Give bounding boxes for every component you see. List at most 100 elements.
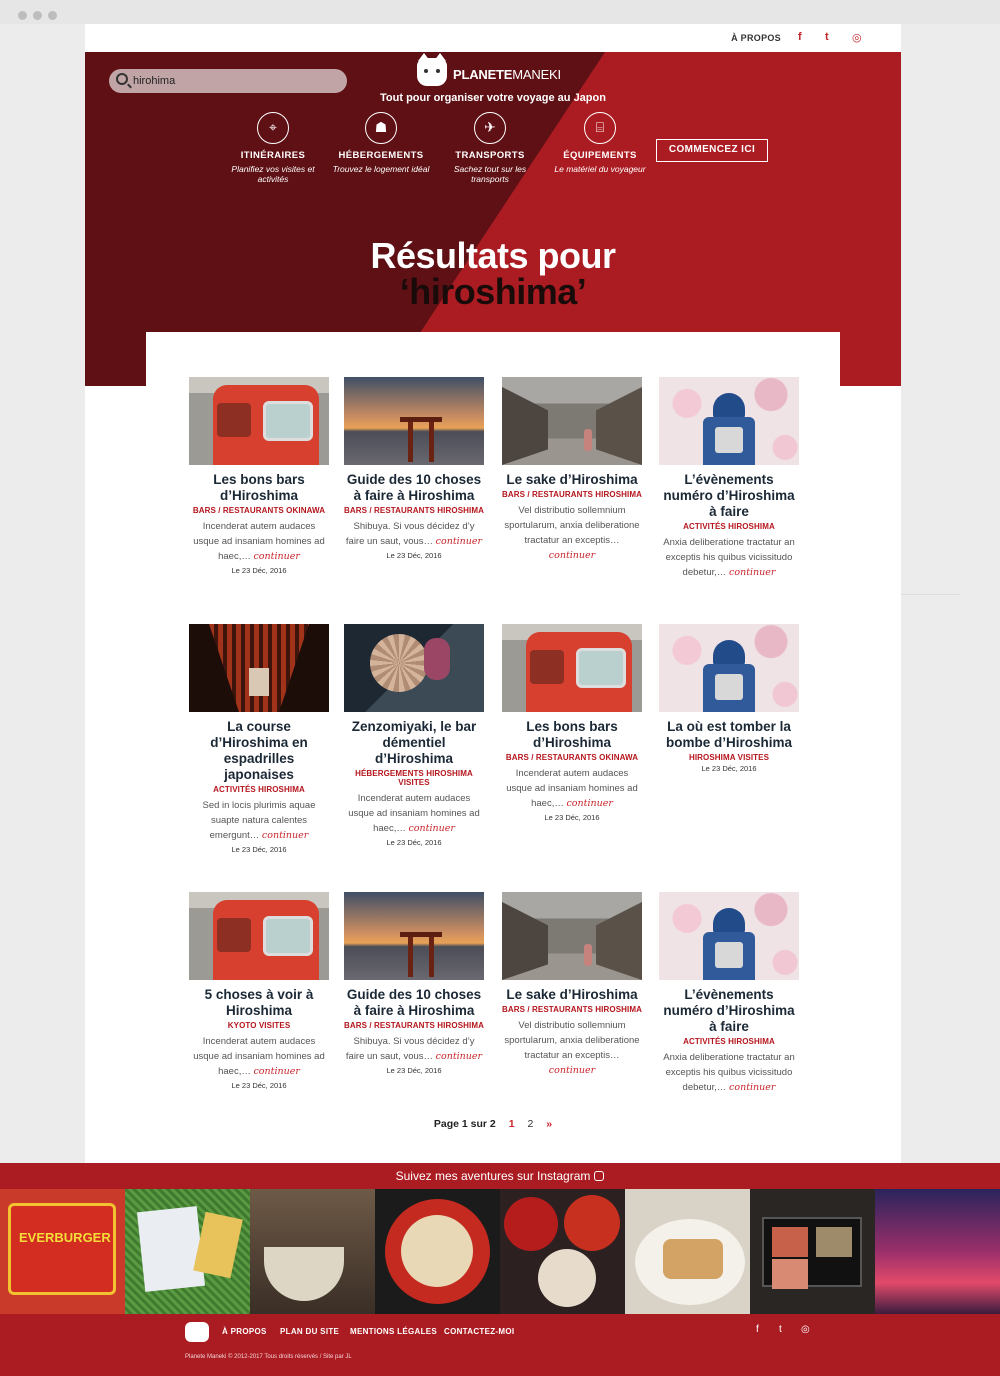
post-card[interactable]: La où est tomber la bombe d’Hiroshima HIR… — [659, 624, 799, 773]
post-thumbnail[interactable] — [502, 892, 642, 980]
footer-link-contact[interactable]: CONTACTEZ-MOI — [444, 1327, 514, 1336]
post-thumbnail[interactable] — [344, 624, 484, 712]
post-thumbnail[interactable] — [189, 892, 329, 980]
continue-link[interactable]: continuer — [549, 1065, 595, 1076]
search-bar[interactable] — [109, 69, 347, 93]
continue-link[interactable]: continuer — [253, 1066, 299, 1077]
start-here-button[interactable]: COMMENCEZ ICI — [656, 139, 768, 162]
instagram-icon[interactable]: ◎ — [852, 31, 862, 44]
footer-link-about[interactable]: À PROPOS — [222, 1327, 267, 1336]
window-maximize-dot[interactable] — [48, 11, 57, 20]
post-date: Le 23 Déc, 2016 — [386, 551, 442, 560]
copyright: Planete Maneki © 2012-2017 Tous droits r… — [185, 1354, 352, 1360]
post-category[interactable]: ACTIVITÉS HIROSHIMA — [189, 785, 329, 794]
page-1-link[interactable]: 1 — [509, 1118, 515, 1130]
post-thumbnail[interactable] — [502, 624, 642, 712]
footer-logo-icon[interactable] — [185, 1322, 209, 1342]
post-thumbnail[interactable] — [189, 624, 329, 712]
next-page-link[interactable]: » — [546, 1118, 552, 1130]
post-category[interactable]: BARS / RESTAURANTS HIROSHIMA — [344, 506, 484, 515]
post-card[interactable]: La course d’Hiroshima en espadrilles jap… — [189, 624, 329, 854]
window-close-dot[interactable] — [18, 11, 27, 20]
post-title[interactable]: Les bons bars d’Hiroshima — [502, 719, 642, 751]
facebook-icon[interactable]: f — [798, 31, 802, 43]
instagram-banner[interactable]: Suivez mes aventures sur Instagram — [0, 1163, 1000, 1189]
instagram-photo[interactable] — [625, 1189, 750, 1314]
post-category[interactable]: BARS / RESTAURANTS HIROSHIMA — [502, 1005, 642, 1014]
post-title[interactable]: Le sake d’Hiroshima — [502, 987, 642, 1003]
post-thumbnail[interactable] — [502, 377, 642, 465]
nav-itineraires[interactable]: ⌖ ITINÉRAIRES Planifiez vos visites et a… — [218, 112, 328, 184]
reception-bell-icon: ☗ — [365, 112, 397, 144]
post-card[interactable]: L’évènements numéro d’Hiroshima à faire A… — [659, 377, 799, 580]
instagram-photo[interactable] — [375, 1189, 500, 1314]
post-thumbnail[interactable] — [659, 377, 799, 465]
post-card[interactable]: Guide des 10 choses à faire à Hiroshima B… — [344, 892, 484, 1075]
site-logo[interactable]: PLANETEMANEKI — [417, 53, 567, 88]
post-card[interactable]: Guide des 10 choses à faire à Hiroshima B… — [344, 377, 484, 560]
continue-link[interactable]: continuer — [436, 1051, 482, 1062]
post-title[interactable]: Guide des 10 choses à faire à Hiroshima — [344, 472, 484, 504]
continue-link[interactable]: continuer — [729, 1082, 775, 1093]
about-link[interactable]: À PROPOS — [731, 33, 781, 43]
post-card[interactable]: 5 choses à voir à Hiroshima KYOTO VISITES… — [189, 892, 329, 1090]
post-card[interactable]: Le sake d’Hiroshima BARS / RESTAURANTS HI… — [502, 892, 642, 1078]
instagram-photo[interactable] — [875, 1189, 1000, 1314]
post-thumbnail[interactable] — [659, 624, 799, 712]
post-category[interactable]: ACTIVITÉS HIROSHIMA — [659, 1037, 799, 1046]
instagram-photo[interactable] — [125, 1189, 250, 1314]
post-category[interactable]: HÉBERGEMENTS HIROSHIMA VISITES — [344, 769, 484, 787]
nav-title: HÉBERGEMENTS — [338, 150, 424, 161]
post-title[interactable]: Zenzomiyaki, le bar démentiel d’Hiroshim… — [344, 719, 484, 767]
continue-link[interactable]: continuer — [262, 830, 308, 841]
twitter-icon[interactable]: t — [825, 31, 829, 43]
post-thumbnail[interactable] — [189, 377, 329, 465]
post-card[interactable]: Les bons bars d’Hiroshima BARS / RESTAURA… — [189, 377, 329, 575]
post-thumbnail[interactable] — [659, 892, 799, 980]
post-title[interactable]: 5 choses à voir à Hiroshima — [189, 987, 329, 1019]
instagram-photo[interactable] — [750, 1189, 875, 1314]
continue-link[interactable]: continuer — [408, 823, 454, 834]
search-icon[interactable] — [116, 73, 128, 85]
instagram-icon[interactable]: ◎ — [801, 1324, 810, 1335]
continue-link[interactable]: continuer — [729, 567, 775, 578]
nav-hebergements[interactable]: ☗ HÉBERGEMENTS Trouvez le logement idéal — [326, 112, 436, 174]
post-title[interactable]: Les bons bars d’Hiroshima — [189, 472, 329, 504]
post-card[interactable]: Le sake d’Hiroshima BARS / RESTAURANTS HI… — [502, 377, 642, 563]
post-thumbnail[interactable] — [344, 892, 484, 980]
continue-link[interactable]: continuer — [436, 536, 482, 547]
continue-link[interactable]: continuer — [549, 550, 595, 561]
post-card[interactable]: L’évènements numéro d’Hiroshima à faire A… — [659, 892, 799, 1095]
post-title[interactable]: L’évènements numéro d’Hiroshima à faire — [659, 987, 799, 1035]
page-2-link[interactable]: 2 — [527, 1118, 533, 1130]
search-input[interactable] — [133, 72, 333, 90]
footer-link-sitemap[interactable]: PLAN DU SITE — [280, 1327, 339, 1336]
post-category[interactable]: BARS / RESTAURANTS OKINAWA — [502, 753, 642, 762]
continue-link[interactable]: continuer — [253, 551, 299, 562]
post-title[interactable]: La où est tomber la bombe d’Hiroshima — [659, 719, 799, 751]
nav-equipements[interactable]: ⌸ ÉQUIPEMENTS Le matériel du voyageur — [545, 112, 655, 174]
instagram-photo[interactable] — [0, 1189, 125, 1314]
page: À PROPOS f t ◎ PLANETEMANEKI Tout pour o… — [85, 24, 901, 1164]
post-category[interactable]: BARS / RESTAURANTS HIROSHIMA — [502, 490, 642, 499]
footer-link-legal[interactable]: MENTIONS LÉGALES — [350, 1327, 437, 1336]
facebook-icon[interactable]: f — [756, 1324, 759, 1335]
twitter-icon[interactable]: t — [779, 1324, 782, 1335]
post-category[interactable]: KYOTO VISITES — [189, 1021, 329, 1030]
nav-transports[interactable]: ✈ TRANSPORTS Sachez tout sur les transpo… — [435, 112, 545, 184]
post-title[interactable]: Guide des 10 choses à faire à Hiroshima — [344, 987, 484, 1019]
post-title[interactable]: Le sake d’Hiroshima — [502, 472, 642, 488]
instagram-photo[interactable] — [500, 1189, 625, 1314]
post-category[interactable]: ACTIVITÉS HIROSHIMA — [659, 522, 799, 531]
post-category[interactable]: BARS / RESTAURANTS OKINAWA — [189, 506, 329, 515]
post-title[interactable]: L’évènements numéro d’Hiroshima à faire — [659, 472, 799, 520]
post-card[interactable]: Les bons bars d’Hiroshima BARS / RESTAURA… — [502, 624, 642, 822]
post-title[interactable]: La course d’Hiroshima en espadrilles jap… — [189, 719, 329, 783]
post-thumbnail[interactable] — [344, 377, 484, 465]
post-category[interactable]: BARS / RESTAURANTS HIROSHIMA — [344, 1021, 484, 1030]
window-minimize-dot[interactable] — [33, 11, 42, 20]
instagram-photo[interactable] — [250, 1189, 375, 1314]
post-category[interactable]: HIROSHIMA VISITES — [659, 753, 799, 762]
continue-link[interactable]: continuer — [566, 798, 612, 809]
post-card[interactable]: Zenzomiyaki, le bar démentiel d’Hiroshim… — [344, 624, 484, 847]
